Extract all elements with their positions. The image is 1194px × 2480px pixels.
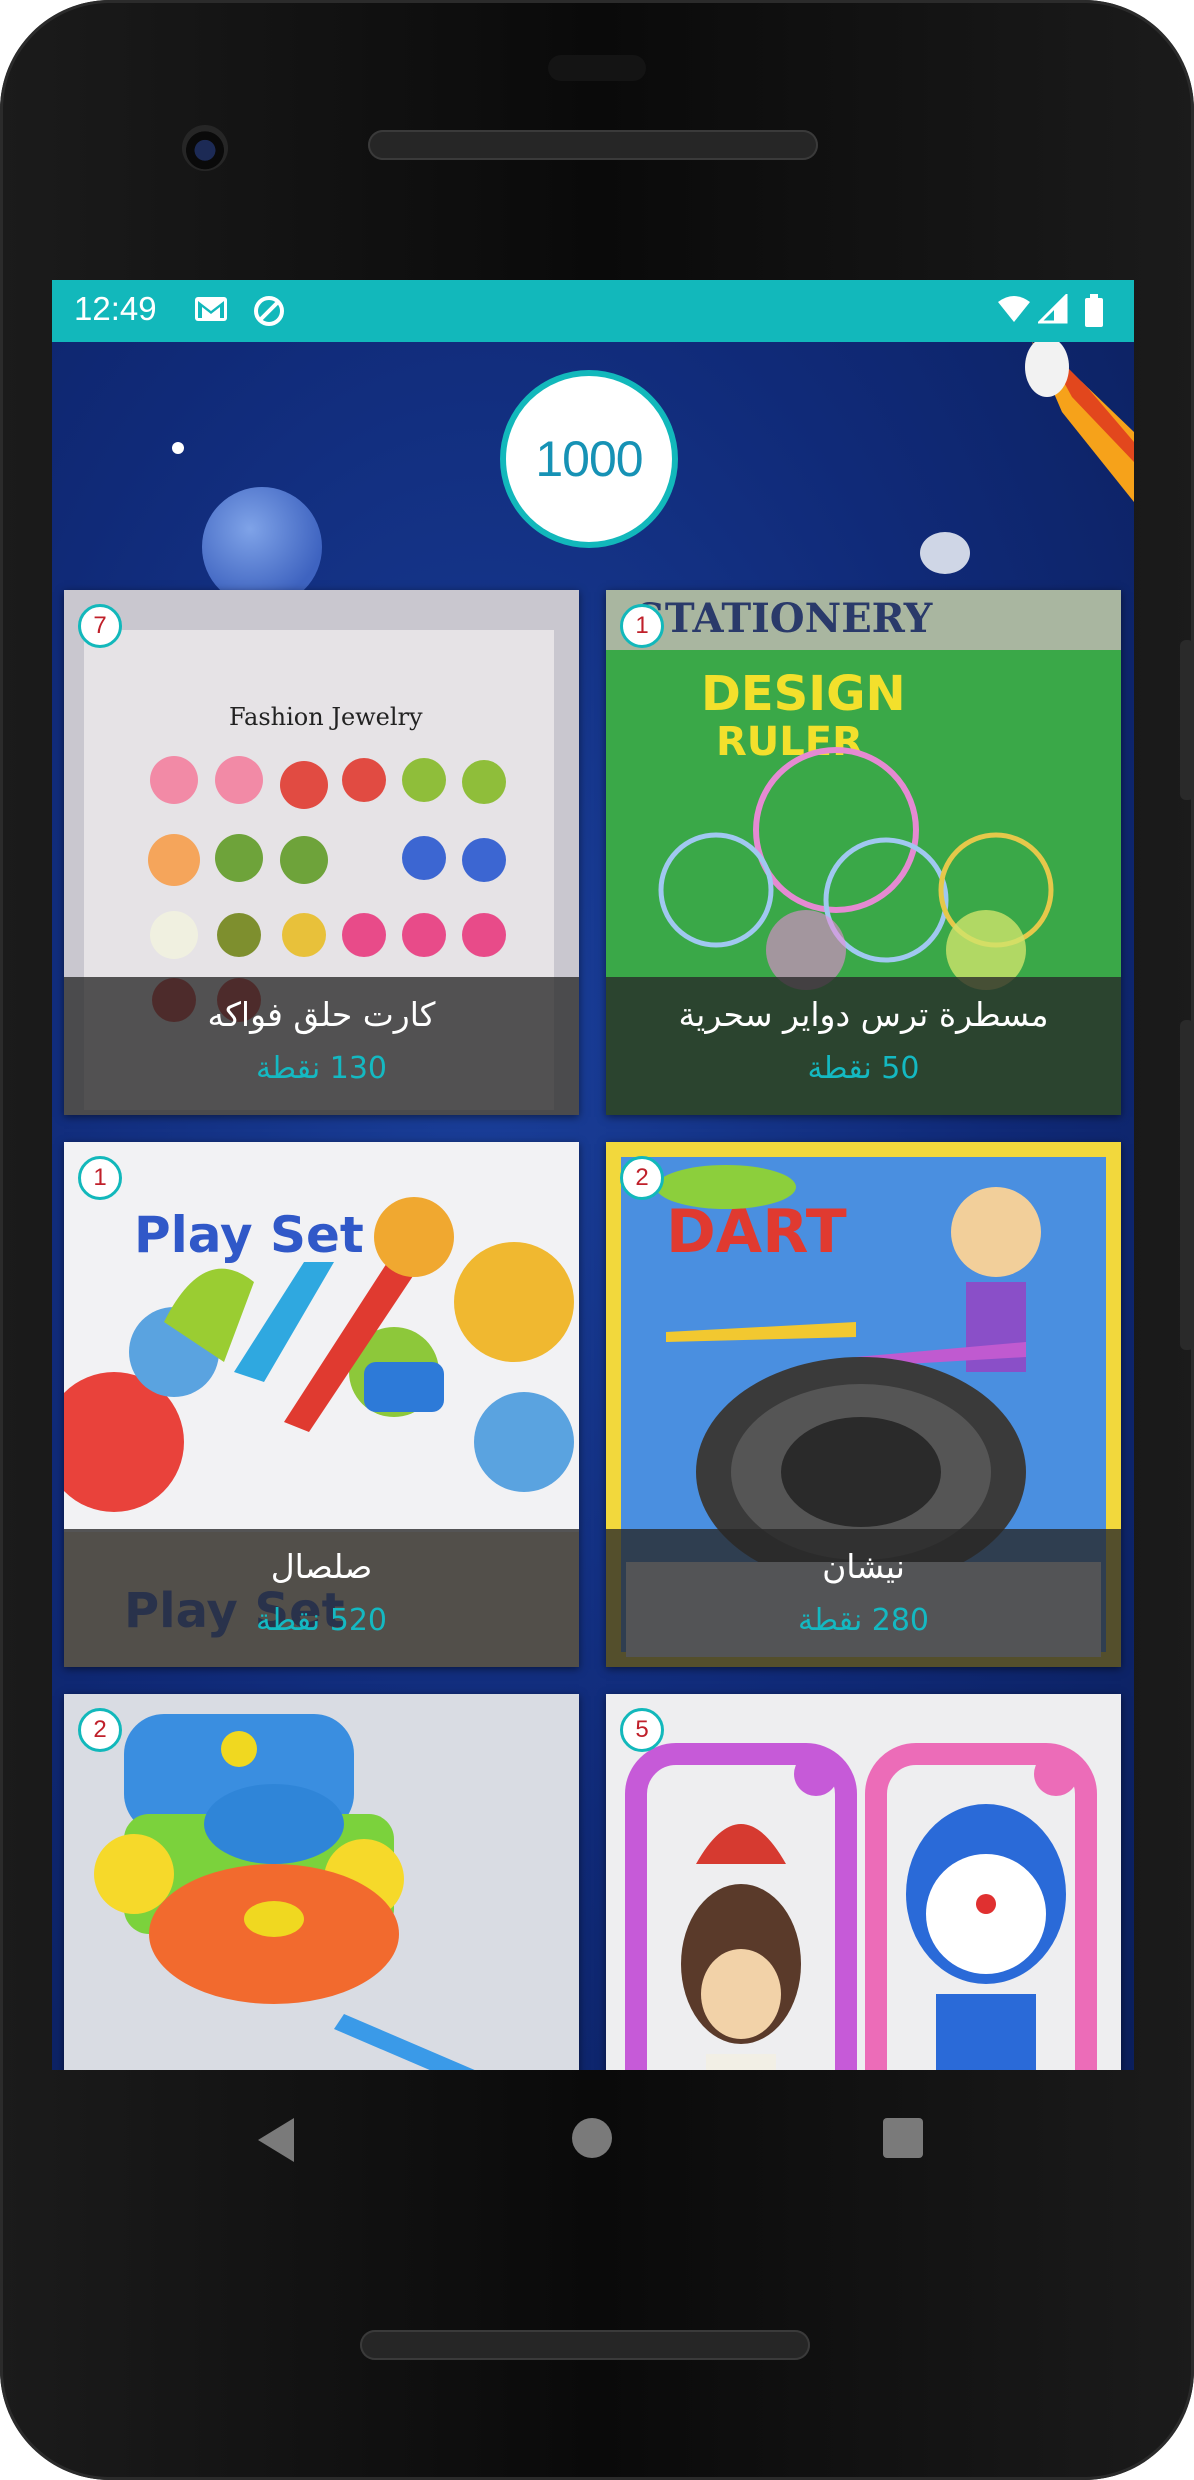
rocket-decoration bbox=[1002, 342, 1134, 502]
quantity-badge: 1 bbox=[620, 604, 664, 648]
home-icon[interactable] bbox=[572, 2118, 612, 2158]
signal-icon bbox=[1036, 292, 1068, 328]
recent-apps-icon[interactable] bbox=[883, 2118, 923, 2158]
wifi-icon bbox=[996, 294, 1032, 328]
product-name: مسطرة ترس دواير سحرية bbox=[678, 995, 1049, 1034]
product-name: صلصال bbox=[270, 1547, 373, 1586]
gmail-icon bbox=[194, 294, 228, 328]
volume-button bbox=[1180, 640, 1194, 800]
product-name: نيشان bbox=[822, 1547, 905, 1586]
product-image bbox=[606, 1694, 1121, 2070]
svg-text:Fashion Jewelry: Fashion Jewelry bbox=[229, 703, 423, 731]
product-price: 130 نقطة bbox=[255, 1051, 388, 1086]
quantity-badge: 2 bbox=[78, 1708, 122, 1752]
product-info-overlay: صلصال 520 نقطة bbox=[64, 1529, 579, 1667]
svg-text:RULER: RULER bbox=[716, 719, 863, 765]
power-button bbox=[1180, 1020, 1194, 1350]
quantity-badge: 5 bbox=[620, 1708, 664, 1752]
product-info-overlay: كارت حلق فواكه 130 نقطة bbox=[64, 977, 579, 1115]
product-card-clay[interactable]: Play Set Play Set 1 صلصال 520 نقطة bbox=[64, 1142, 579, 1667]
svg-text:DESIGN: DESIGN bbox=[701, 666, 906, 722]
bottom-speaker bbox=[360, 2330, 810, 2360]
phone-frame: 12:49 1000 Fashion Jewelry 7 كارت حلق فو… bbox=[0, 0, 1194, 2480]
product-card-fruit-earrings[interactable]: Fashion Jewelry 7 كارت حلق فواكه 130 نقط… bbox=[64, 590, 579, 1115]
product-card-bumpers[interactable]: 5 bbox=[606, 1694, 1121, 2070]
front-camera bbox=[182, 125, 228, 171]
quantity-badge: 7 bbox=[78, 604, 122, 648]
quantity-badge: 2 bbox=[620, 1156, 664, 1200]
back-icon[interactable] bbox=[258, 2118, 294, 2162]
product-price: 280 نقطة bbox=[797, 1603, 930, 1638]
product-price: 50 نقطة bbox=[807, 1051, 920, 1086]
svg-text:Play Set: Play Set bbox=[134, 1206, 364, 1264]
status-bar: 12:49 bbox=[52, 280, 1134, 342]
star-decoration bbox=[172, 442, 184, 454]
rewards-screen: 1000 Fashion Jewelry 7 كارت حلق فواكه 13… bbox=[52, 342, 1134, 2070]
asteroid-decoration bbox=[920, 532, 970, 574]
quantity-badge: 1 bbox=[78, 1156, 122, 1200]
svg-text:DART: DART bbox=[666, 1197, 847, 1267]
product-name: كارت حلق فواكه bbox=[207, 995, 436, 1034]
product-price: 520 نقطة bbox=[255, 1603, 388, 1638]
product-card-toy-train[interactable]: 2 bbox=[64, 1694, 579, 2070]
screen: 12:49 1000 Fashion Jewelry 7 كارت حلق فو… bbox=[52, 280, 1134, 2070]
points-balance: 1000 bbox=[500, 370, 678, 548]
sync-icon bbox=[252, 294, 286, 332]
speaker-slot bbox=[548, 55, 646, 81]
product-card-design-ruler[interactable]: STATIONERY DESIGN RULER 1 مسطرة ترس دواي… bbox=[606, 590, 1121, 1115]
product-image bbox=[64, 1694, 579, 2070]
product-card-dart[interactable]: DART 2 نيشان 280 نقطة bbox=[606, 1142, 1121, 1667]
product-info-overlay: مسطرة ترس دواير سحرية 50 نقطة bbox=[606, 977, 1121, 1115]
status-time: 12:49 bbox=[74, 290, 157, 327]
product-info-overlay: نيشان 280 نقطة bbox=[606, 1529, 1121, 1667]
earpiece-speaker bbox=[368, 130, 818, 160]
svg-text:STATIONERY: STATIONERY bbox=[636, 595, 933, 642]
battery-icon bbox=[1084, 294, 1104, 332]
planet-decoration bbox=[202, 487, 322, 607]
